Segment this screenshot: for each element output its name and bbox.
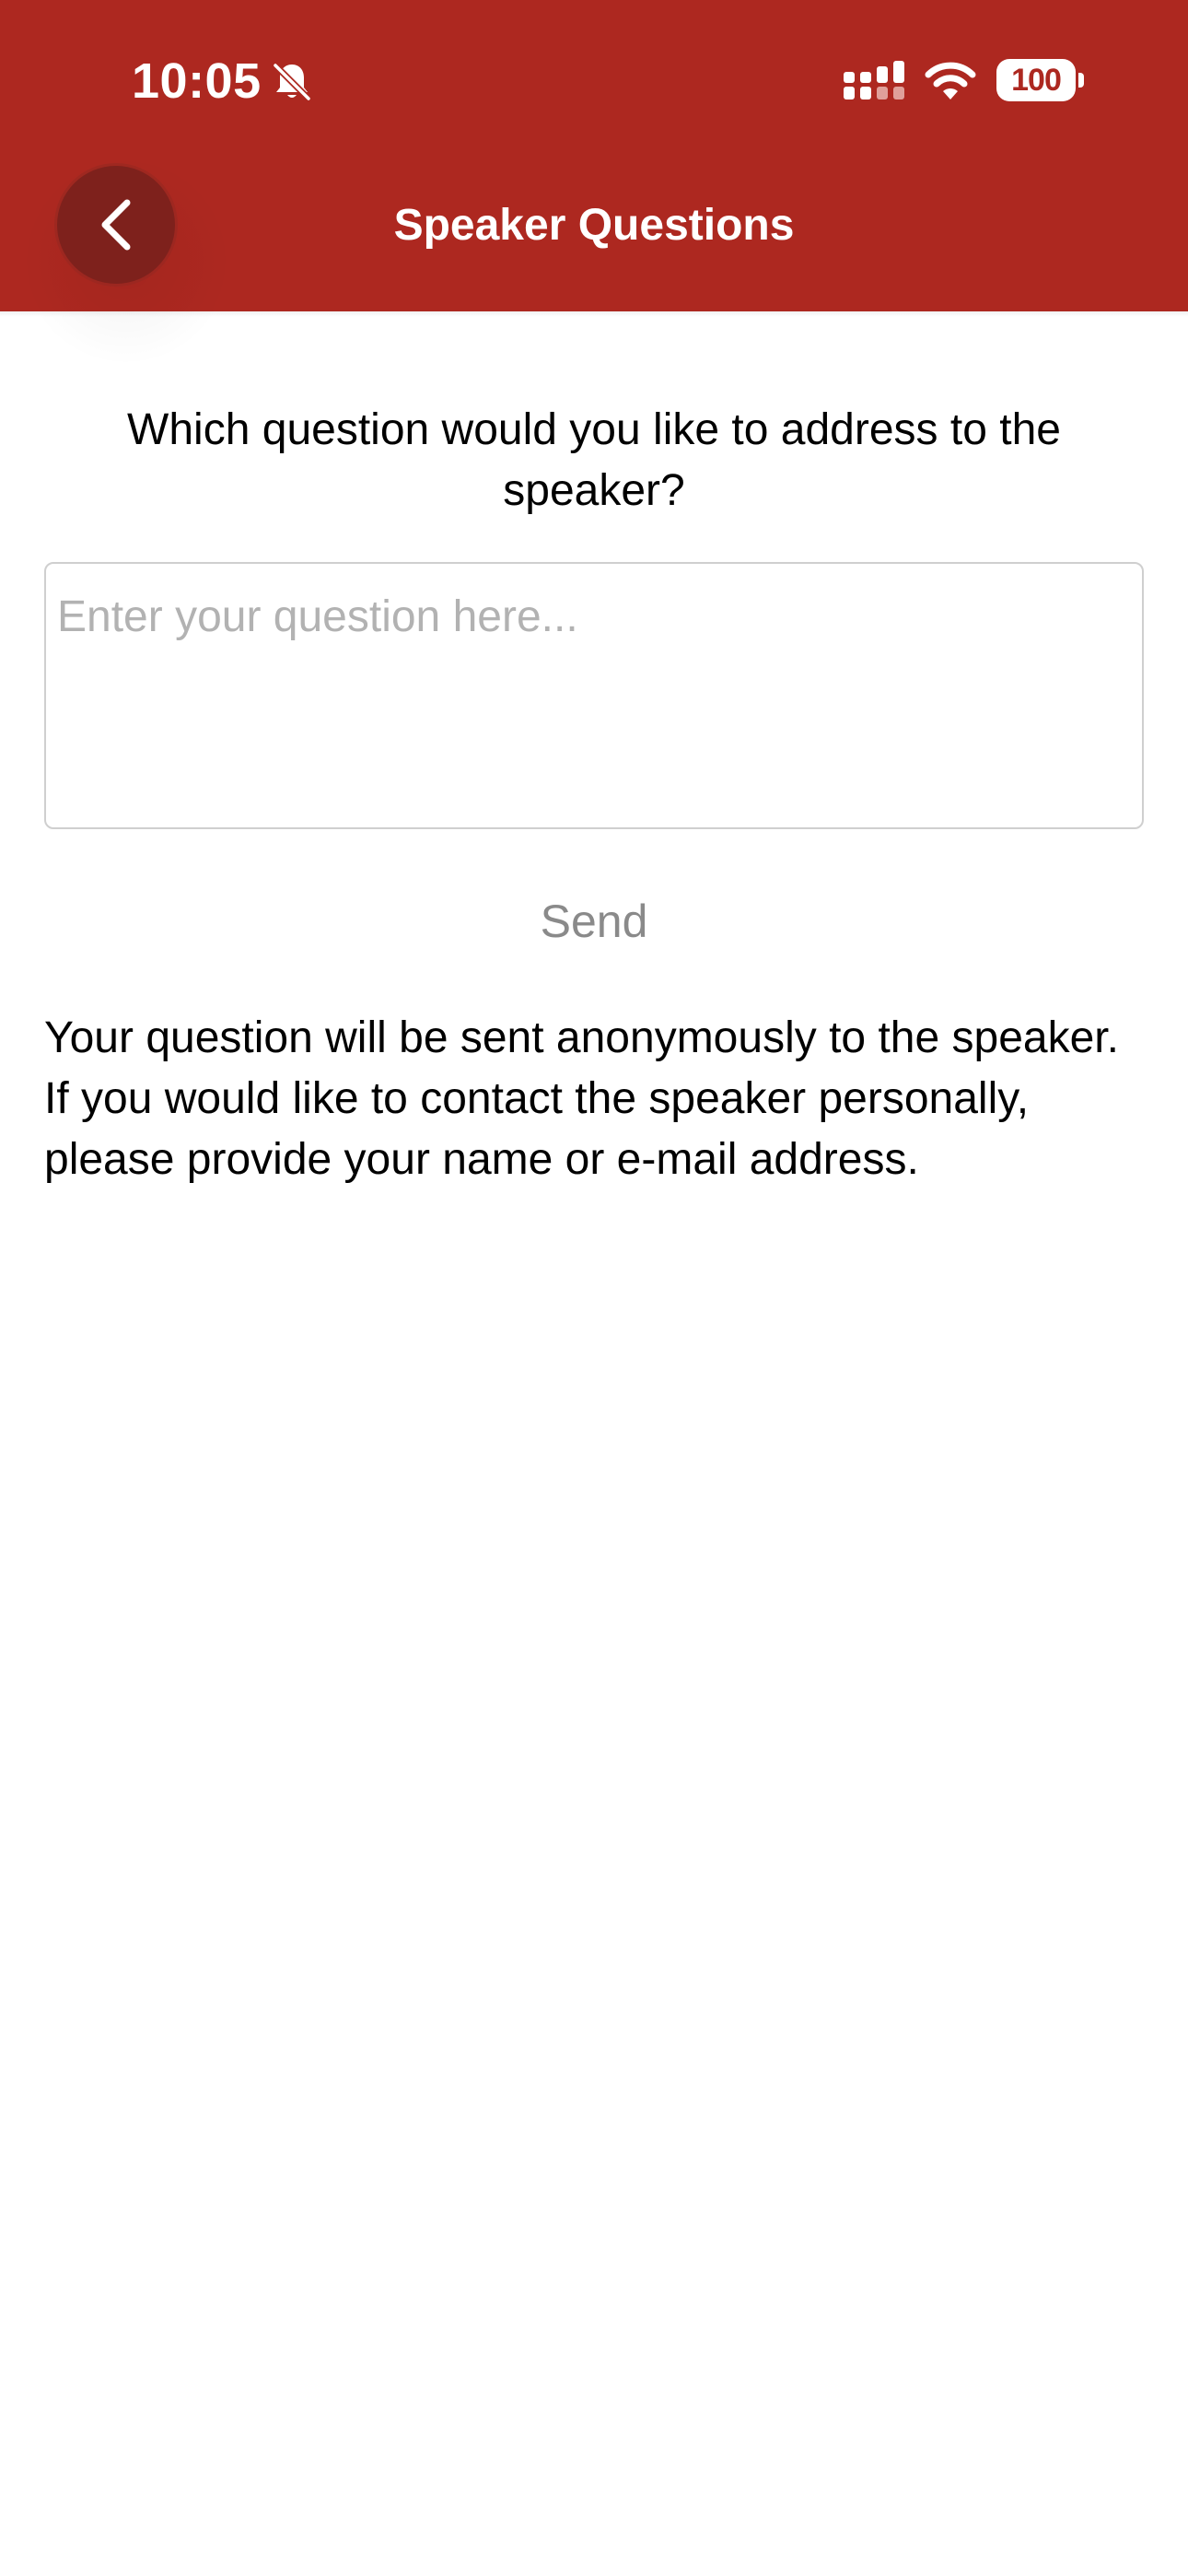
question-prompt: Which question would you like to address… bbox=[127, 405, 1061, 515]
signal-icon bbox=[844, 61, 904, 100]
status-time: 10:05 bbox=[132, 53, 262, 109]
battery-tip bbox=[1078, 73, 1084, 88]
anonymity-info-text: Your question will be sent anonymously t… bbox=[44, 1013, 1119, 1184]
battery-icon: 100 bbox=[996, 59, 1085, 101]
send-button[interactable]: Send bbox=[456, 884, 732, 958]
wifi-icon bbox=[925, 62, 976, 100]
bell-slash-icon bbox=[272, 62, 312, 102]
question-input[interactable] bbox=[44, 562, 1144, 829]
chevron-left-icon bbox=[101, 199, 131, 251]
battery-level: 100 bbox=[1011, 63, 1062, 98]
back-button[interactable] bbox=[57, 166, 175, 284]
